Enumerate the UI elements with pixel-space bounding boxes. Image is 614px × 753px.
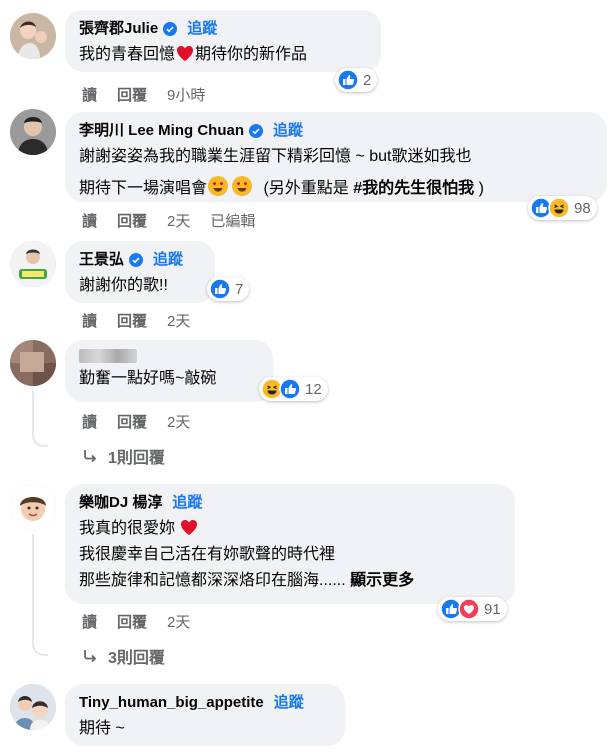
avatar[interactable] <box>10 13 56 59</box>
reply-arrow-icon <box>82 448 98 464</box>
reply-arrow-icon <box>82 648 98 664</box>
read-button[interactable]: 讀 <box>82 611 97 632</box>
haha-reaction-icon <box>548 197 570 219</box>
red-heart-emoji-icon <box>181 520 198 535</box>
thread-line <box>32 390 48 447</box>
red-heart-emoji-icon <box>177 46 194 61</box>
avatar[interactable] <box>10 109 56 155</box>
author-name[interactable]: 王景弘 <box>79 250 124 270</box>
reaction-count: 2 <box>363 71 372 89</box>
comment-text: 勤奮一點好嗎~敲碗 <box>79 370 217 387</box>
timestamp[interactable]: 2天 <box>167 310 190 331</box>
follow-link[interactable]: 追蹤 <box>187 19 217 39</box>
verified-badge-icon <box>129 253 143 267</box>
comment-text-line-1: 謝謝姿姿為我的職業生涯留下精彩回憶 ~ but歌迷如我也 <box>79 148 472 165</box>
read-button[interactable]: 讀 <box>82 84 97 105</box>
comment-text: 期待 ~ <box>79 720 125 737</box>
comment-text: 謝謝你的歌!! <box>79 277 168 294</box>
reaction-count: 91 <box>484 600 501 618</box>
timestamp[interactable]: 2天 <box>167 411 190 432</box>
reaction-count: 12 <box>305 380 322 398</box>
view-replies-link[interactable]: 3則回覆 <box>82 644 165 668</box>
comment-text: 我的青春回憶 期待你的新作品 <box>79 43 367 67</box>
reply-button[interactable]: 回覆 <box>117 310 147 331</box>
author-name[interactable]: 張齊郡Julie <box>79 19 158 39</box>
comment-bubble: 勤奮一點好嗎~敲碗 <box>65 340 273 402</box>
reply-button[interactable]: 回覆 <box>117 411 147 432</box>
comment-bubble: Tiny_human_big_appetite 追蹤 期待 ~ <box>65 684 345 746</box>
like-reaction-icon <box>337 69 359 91</box>
blurred-author-name <box>79 349 137 363</box>
heart-eyes-emoji-icon <box>232 176 253 196</box>
reaction-summary[interactable]: 91 <box>438 597 507 621</box>
author-name[interactable]: 李明川 Lee Ming Chuan <box>79 121 244 141</box>
follow-link[interactable]: 追蹤 <box>273 121 303 141</box>
heart-eyes-emoji-icon <box>208 176 229 196</box>
reaction-summary[interactable]: 2 <box>335 68 378 92</box>
like-reaction-icon <box>279 378 301 400</box>
reaction-summary[interactable]: 12 <box>259 377 328 401</box>
hashtag-link[interactable]: #我的先生很怕我 <box>353 180 474 197</box>
follow-link[interactable]: 追蹤 <box>153 250 183 270</box>
comment-text-line-2: 我很慶幸自己活在有妳歌聲的時代裡 <box>79 546 336 563</box>
verified-badge-icon <box>163 22 177 36</box>
timestamp[interactable]: 9小時 <box>167 84 205 105</box>
thread-line <box>32 534 48 656</box>
follow-link[interactable]: 追蹤 <box>274 693 304 713</box>
edited-label: 已編輯 <box>210 213 256 230</box>
comment-bubble: 張齊郡Julie 追蹤 我的青春回憶 期待你的新作品 <box>65 10 381 72</box>
reaction-summary[interactable]: 7 <box>207 277 250 301</box>
reaction-count: 7 <box>235 280 244 298</box>
reply-button[interactable]: 回覆 <box>117 611 147 632</box>
author-name[interactable]: Tiny_human_big_appetite <box>79 693 264 713</box>
see-more-link[interactable]: 顯示更多 <box>350 572 414 589</box>
comment-bubble: 李明川 Lee Ming Chuan 追蹤 謝謝姿姿為我的職業生涯留下精彩回憶 … <box>65 112 607 202</box>
comment-bubble: 樂咖DJ 楊淳 追蹤 我真的很愛妳 我很慶幸自己活在有妳歌聲的時代裡 那些旋律和… <box>65 484 515 604</box>
timestamp[interactable]: 2天 <box>167 210 190 231</box>
view-replies-link[interactable]: 1則回覆 <box>82 444 165 468</box>
reply-button[interactable]: 回覆 <box>117 84 147 105</box>
comment-actions: 讀 回覆 2天 <box>82 310 190 331</box>
comment-actions: 讀 回覆 2天 已編輯 <box>82 210 255 231</box>
comment-text-line-3: 那些旋律和記憶都深深烙印在腦海...... 顯示更多 <box>79 572 415 589</box>
follow-link[interactable]: 追蹤 <box>172 493 202 513</box>
love-reaction-icon <box>458 598 480 620</box>
timestamp[interactable]: 2天 <box>167 611 190 632</box>
read-button[interactable]: 讀 <box>82 411 97 432</box>
comment-actions: 讀 回覆 2天 <box>82 611 190 632</box>
avatar[interactable] <box>10 684 56 730</box>
reply-button[interactable]: 回覆 <box>117 210 147 231</box>
comment-actions: 讀 回覆 2天 <box>82 411 190 432</box>
author-name[interactable]: 樂咖DJ 楊淳 <box>79 493 162 513</box>
verified-badge-icon <box>249 124 263 138</box>
like-reaction-icon <box>209 278 231 300</box>
comment-actions: 讀 回覆 9小時 <box>82 84 205 105</box>
read-button[interactable]: 讀 <box>82 210 97 231</box>
comment-bubble: 王景弘 追蹤 謝謝你的歌!! <box>65 241 215 303</box>
comment-text-line-2: 期待下一場演唱會 (另外重點是 #我的先生很怕我 ) <box>79 175 593 201</box>
read-button[interactable]: 讀 <box>82 310 97 331</box>
reaction-summary[interactable]: 98 <box>528 196 597 220</box>
avatar[interactable] <box>10 340 56 386</box>
avatar[interactable] <box>10 484 56 530</box>
reaction-count: 98 <box>574 199 591 217</box>
avatar[interactable] <box>10 241 56 287</box>
comment-text-line-1: 我真的很愛妳 <box>79 517 501 541</box>
